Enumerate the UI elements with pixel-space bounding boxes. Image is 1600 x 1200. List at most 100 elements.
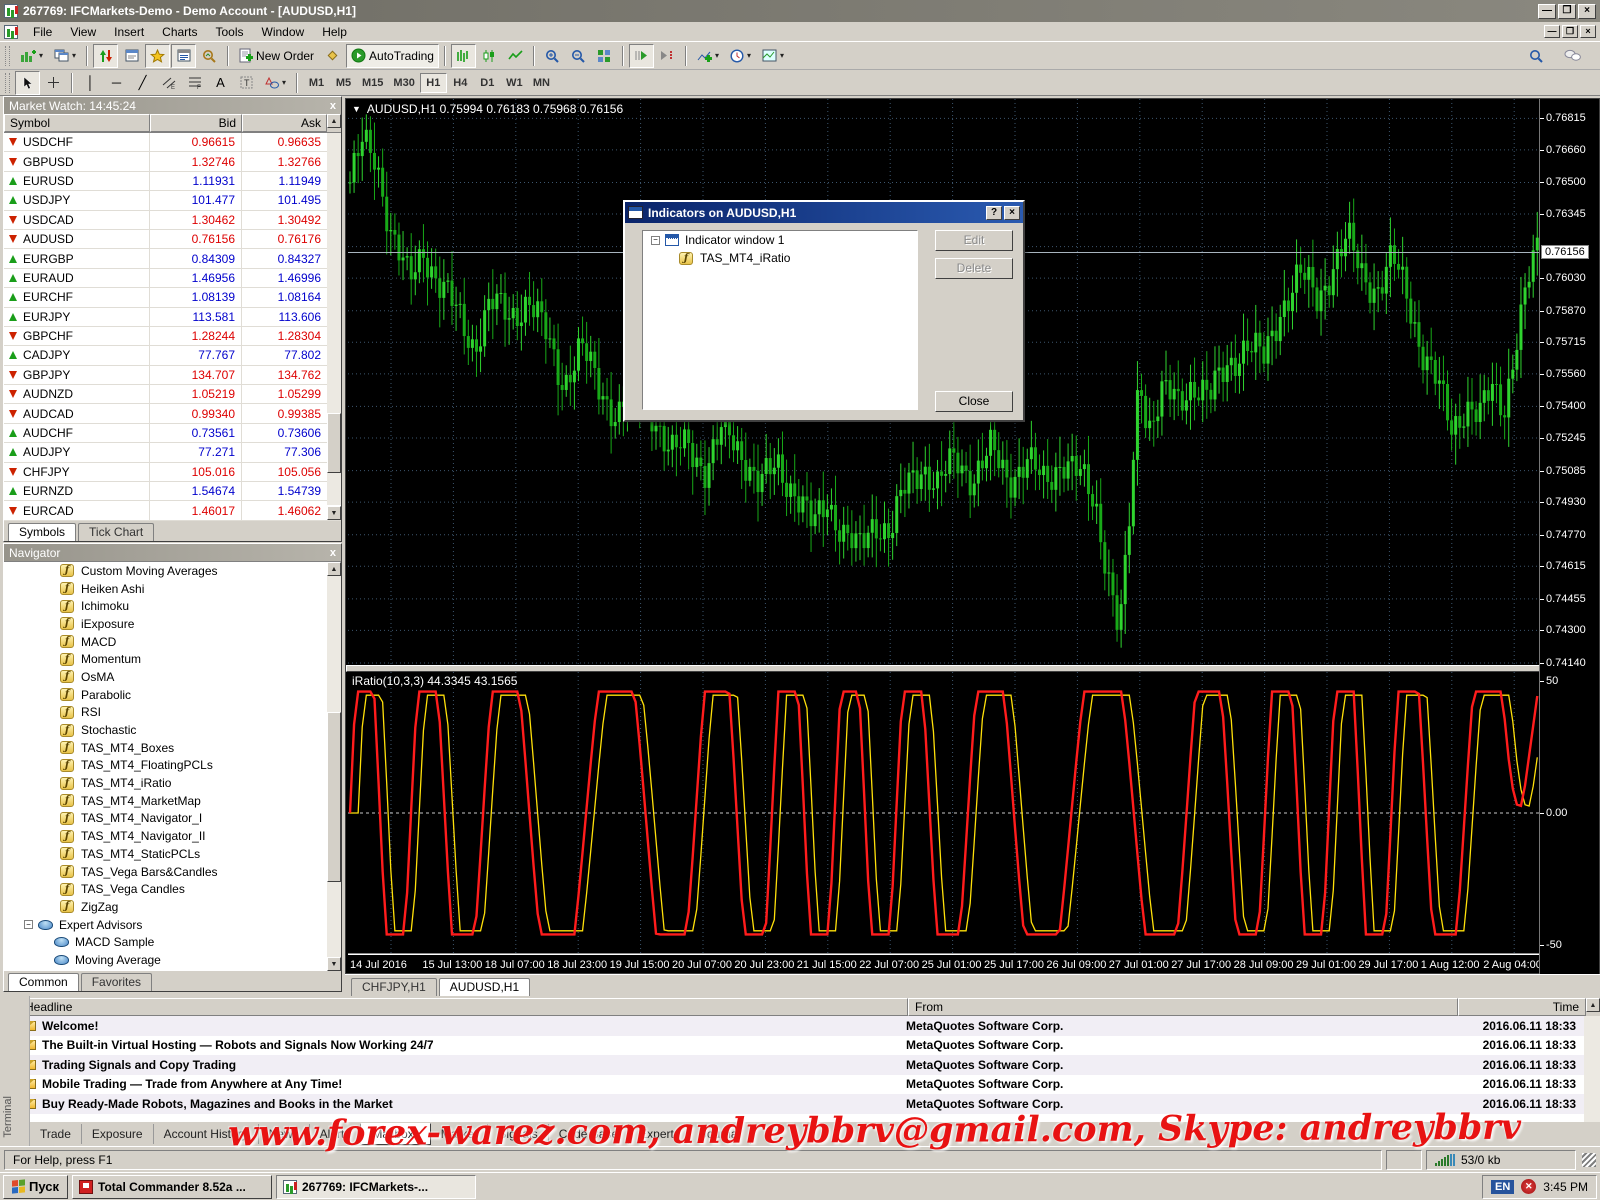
delete-button[interactable]: Delete (935, 258, 1013, 279)
templates-button[interactable]: ▾ (757, 44, 789, 68)
label-tool[interactable]: T (234, 71, 259, 95)
navigator-item[interactable]: ƒStochastic (4, 721, 341, 739)
timeframe-m1[interactable]: M1 (303, 73, 330, 93)
scrollbar-thumb[interactable] (327, 712, 341, 882)
maximize-button[interactable]: ❒ (1558, 4, 1576, 19)
tab-favorites[interactable]: Favorites (81, 973, 152, 991)
scroll-down-icon[interactable]: ▼ (327, 957, 341, 971)
market-watch-row[interactable]: GBPUSD1.327461.32766 (4, 152, 341, 171)
navigator-item[interactable]: ƒParabolic (4, 686, 341, 704)
navigator-item[interactable]: ƒTAS_Vega Bars&Candles (4, 863, 341, 881)
timeframe-m30[interactable]: M30 (388, 73, 419, 93)
close-button[interactable]: × (1578, 4, 1596, 19)
mailbox-row[interactable]: Mobile Trading — Trade from Anywhere at … (18, 1075, 1584, 1095)
navigator-item[interactable]: ƒTAS_MT4_iRatio (4, 774, 341, 792)
market-watch-row[interactable]: EURUSD1.119311.11949 (4, 172, 341, 191)
timeframe-w1[interactable]: W1 (501, 73, 528, 93)
navigator-item[interactable]: ƒTAS_MT4_FloatingPCLs (4, 757, 341, 775)
column-time[interactable]: Time (1458, 998, 1586, 1016)
menu-file[interactable]: File (24, 23, 61, 41)
market-watch-row[interactable]: AUDCAD0.993400.99385 (4, 404, 341, 423)
profiles-button[interactable]: ▾ (49, 44, 81, 68)
edit-button[interactable]: Edit (935, 230, 1013, 251)
timeframe-d1[interactable]: D1 (474, 73, 501, 93)
column-symbol[interactable]: Symbol (4, 114, 150, 132)
mailbox-row[interactable]: Trading Signals and Copy TradingMetaQuot… (18, 1055, 1584, 1075)
navigator-item[interactable]: ƒTAS_MT4_StaticPCLs (4, 845, 341, 863)
terminal-scrollbar[interactable] (1584, 1016, 1600, 1122)
close-button[interactable]: Close (935, 391, 1013, 412)
navigator-item[interactable]: ƒTAS_Vega Candles (4, 880, 341, 898)
zoom-in-button[interactable] (540, 44, 565, 68)
market-watch-row[interactable]: EURGBP0.843090.84327 (4, 249, 341, 268)
navigator-item[interactable]: ƒiExposure (4, 615, 341, 633)
menu-insert[interactable]: Insert (105, 23, 153, 41)
scroll-up-icon[interactable]: ▲ (1586, 998, 1600, 1012)
scroll-down-icon[interactable]: ▼ (327, 506, 341, 520)
tree-item-indicator-window[interactable]: − Indicator window 1 (643, 231, 917, 249)
collapse-icon[interactable]: − (24, 920, 33, 929)
bar-chart-button[interactable] (451, 44, 476, 68)
mdi-close-button[interactable]: × (1580, 25, 1596, 38)
menu-tools[interactable]: Tools (207, 23, 253, 41)
timeframe-m15[interactable]: M15 (357, 73, 388, 93)
market-watch-row[interactable]: EURNZD1.546741.54739 (4, 482, 341, 501)
market-watch-row[interactable]: EURCAD1.460171.46062 (4, 501, 341, 520)
column-bid[interactable]: Bid (150, 114, 242, 132)
mdi-minimize-button[interactable]: — (1544, 25, 1560, 38)
dialog-close-icon[interactable]: × (1004, 206, 1020, 220)
chart-tab-audusd-h1[interactable]: AUDUSD,H1 (439, 978, 530, 996)
market-watch-row[interactable]: EURCHF1.081391.08164 (4, 288, 341, 307)
time-axis[interactable]: 14 Jul 201615 Jul 13:0018 Jul 07:0018 Ju… (348, 954, 1539, 975)
market-watch-row[interactable]: CHFJPY105.016105.056 (4, 463, 341, 482)
navigator-item[interactable]: ƒTAS_MT4_Navigator_I (4, 810, 341, 828)
cursor-tool[interactable] (15, 71, 40, 95)
navigator-item[interactable]: ƒIchimoku (4, 597, 341, 615)
navigator-item[interactable]: Moving Average (4, 951, 341, 969)
chevron-down-icon[interactable]: ▼ (352, 104, 361, 114)
market-watch-row[interactable]: EURJPY113.581113.606 (4, 308, 341, 327)
shapes-tool[interactable]: ▾ (260, 71, 291, 95)
data-window-toggle[interactable] (119, 44, 144, 68)
navigator-item[interactable]: ƒHeiken Ashi (4, 580, 341, 598)
navigator-close-icon[interactable]: x (330, 547, 336, 559)
navigator-item[interactable]: ƒRSI (4, 704, 341, 722)
terminal-toggle[interactable] (171, 44, 196, 68)
tree-item-indicator[interactable]: ƒ TAS_MT4_iRatio (643, 249, 917, 267)
zoom-out-button[interactable] (566, 44, 591, 68)
mailbox-row[interactable]: Welcome!MetaQuotes Software Corp.2016.06… (18, 1016, 1584, 1036)
menu-charts[interactable]: Charts (153, 23, 206, 41)
navigator-item[interactable]: ƒOsMA (4, 668, 341, 686)
minimize-button[interactable]: — (1538, 4, 1556, 19)
candlestick-button[interactable] (477, 44, 502, 68)
toolbar-grip[interactable] (5, 73, 10, 93)
dialog-help-icon[interactable]: ? (986, 206, 1002, 220)
periods-button[interactable]: ▾ (725, 44, 756, 68)
market-watch-row[interactable]: CADJPY77.76777.802 (4, 346, 341, 365)
tab-tick-chart[interactable]: Tick Chart (78, 523, 154, 541)
navigator-item[interactable]: ƒMomentum (4, 650, 341, 668)
taskbar-button[interactable]: 267769: IFCMarkets-... (276, 1175, 476, 1199)
collapse-icon[interactable]: − (651, 236, 660, 245)
trendline-tool[interactable]: ╱ (130, 71, 155, 95)
market-watch-toggle[interactable] (93, 44, 118, 68)
fibonacci-tool[interactable]: F (182, 71, 207, 95)
line-chart-button[interactable] (503, 44, 528, 68)
resize-grip[interactable] (1582, 1153, 1596, 1167)
vertical-line-tool[interactable]: │ (78, 71, 103, 95)
menu-help[interactable]: Help (313, 23, 356, 41)
menu-window[interactable]: Window (253, 23, 314, 41)
timeframe-h4[interactable]: H4 (447, 73, 474, 93)
autotrading-button[interactable]: AutoTrading (346, 44, 439, 68)
timeframe-mn[interactable]: MN (528, 73, 555, 93)
market-watch-row[interactable]: EURAUD1.469561.46996 (4, 269, 341, 288)
start-button[interactable]: Пуск (3, 1175, 68, 1199)
dialog-titlebar[interactable]: Indicators on AUDUSD,H1 ? × (625, 202, 1023, 223)
security-shield-icon[interactable]: ✕ (1521, 1179, 1536, 1194)
navigator-item[interactable]: ƒTAS_MT4_MarketMap (4, 792, 341, 810)
auto-scroll-toggle[interactable] (629, 44, 654, 68)
market-watch-row[interactable]: AUDCHF0.735610.73606 (4, 424, 341, 443)
column-ask[interactable]: Ask (242, 114, 327, 132)
pane-splitter[interactable] (346, 665, 1599, 672)
market-watch-row[interactable]: GBPCHF1.282441.28304 (4, 327, 341, 346)
